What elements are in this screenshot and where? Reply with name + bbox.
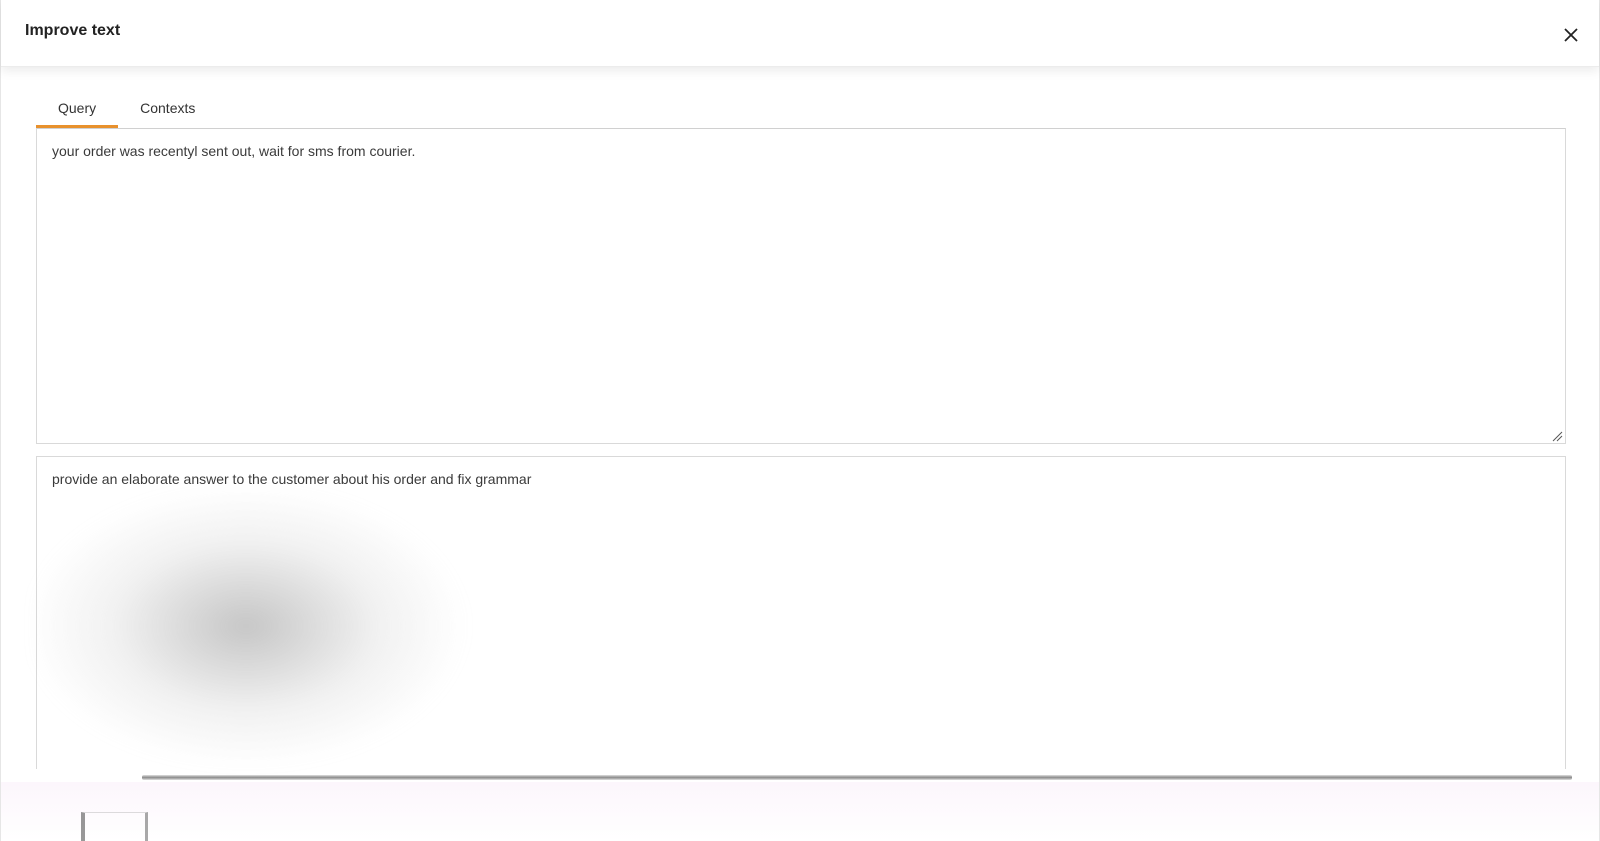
improve-text-dialog: Improve text Query Contexts xyxy=(0,0,1600,841)
dialog-footer xyxy=(1,782,1599,841)
tab-bar: Query Contexts xyxy=(36,88,217,128)
close-button[interactable] xyxy=(1557,18,1585,46)
dialog-title: Improve text xyxy=(25,22,121,39)
instruction-textarea[interactable] xyxy=(36,456,1566,769)
close-icon xyxy=(1564,28,1578,42)
horizontal-scrollbar[interactable] xyxy=(142,775,1572,780)
resize-handle-icon[interactable] xyxy=(1551,430,1563,442)
footer-artifact xyxy=(81,812,148,841)
dialog-header: Improve text xyxy=(1,0,1599,67)
tab-contexts[interactable]: Contexts xyxy=(118,88,217,128)
tab-query[interactable]: Query xyxy=(36,88,119,128)
query-textarea[interactable] xyxy=(36,128,1566,444)
